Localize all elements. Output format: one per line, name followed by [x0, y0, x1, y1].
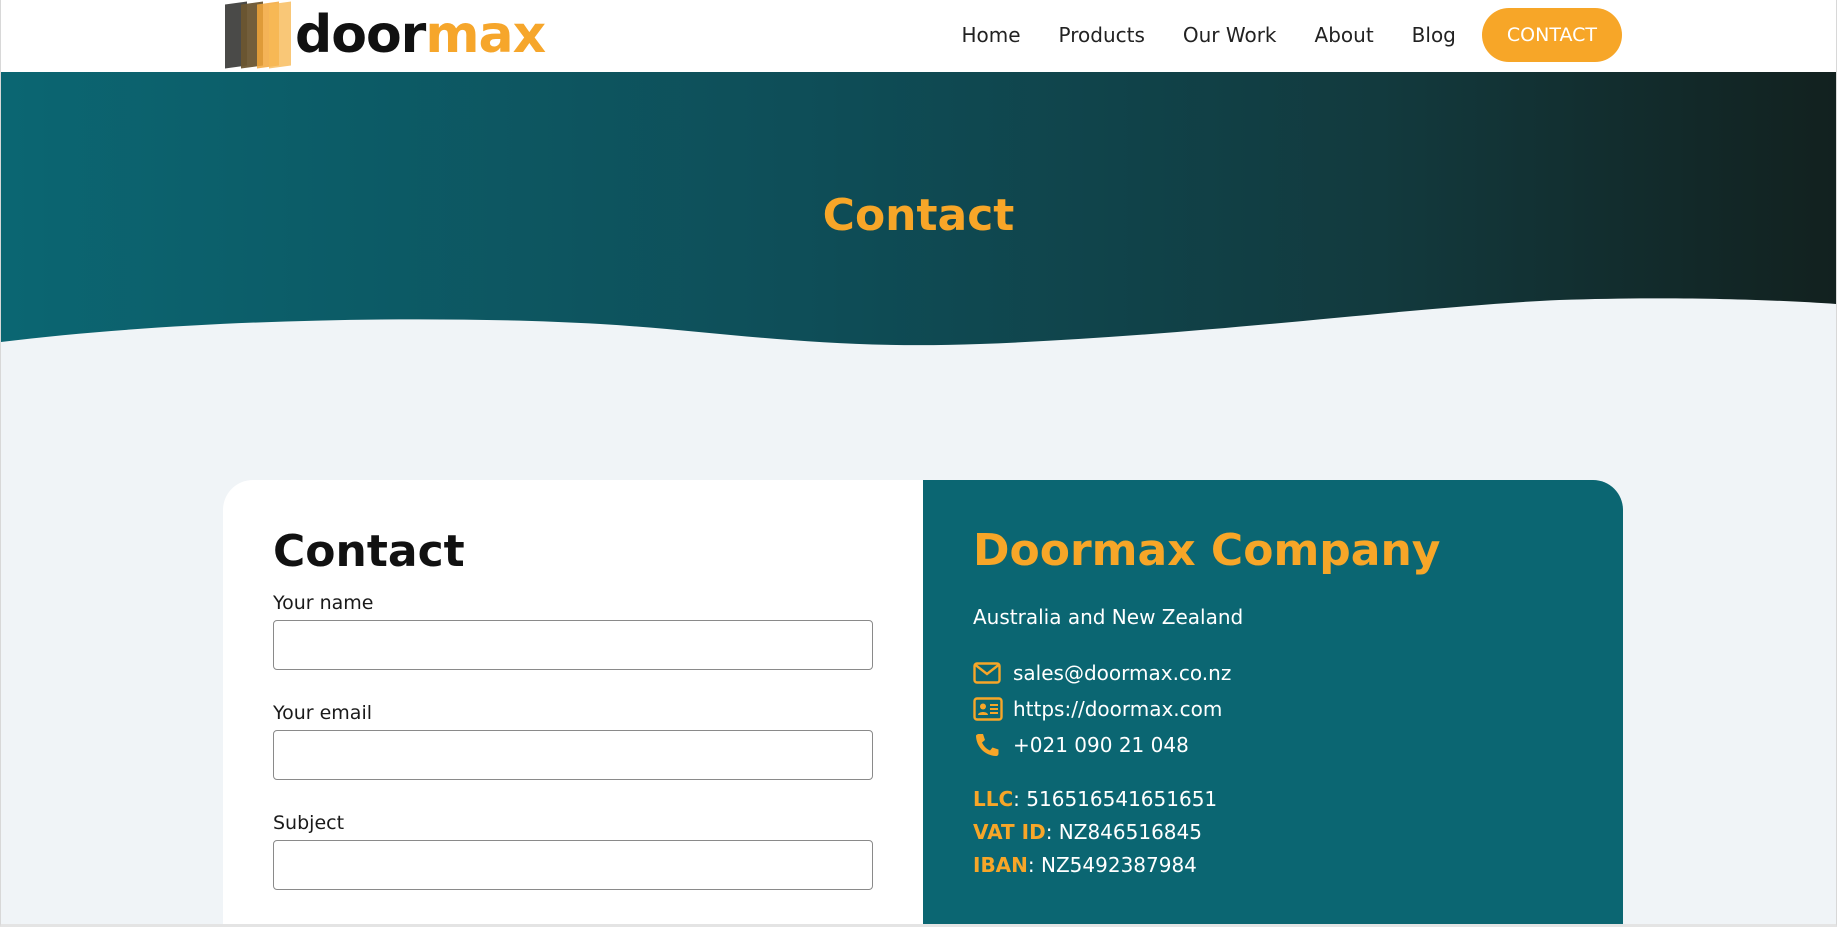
logo-text-door: door [295, 5, 426, 65]
phone-line: +021 090 21 048 [973, 727, 1573, 763]
contact-card: Contact Your name Your email Subject Doo… [223, 480, 1623, 924]
email-line: sales@doormax.co.nz [973, 655, 1573, 691]
website-link[interactable]: https://doormax.com [1013, 697, 1222, 721]
subject-input[interactable] [273, 840, 873, 891]
nav-products[interactable]: Products [1059, 23, 1145, 47]
contact-button[interactable]: CONTACT [1481, 8, 1622, 62]
nav-blog[interactable]: Blog [1412, 23, 1456, 47]
your-name-input[interactable] [273, 620, 873, 671]
logo-wordmark: doormax [295, 9, 546, 61]
contact-form: Contact Your name Your email Subject [223, 480, 923, 924]
llc-label: LLC [973, 786, 1014, 811]
logo-mark-icon [223, 1, 293, 69]
phone-link[interactable]: +021 090 21 048 [1013, 733, 1189, 757]
form-title: Contact [273, 526, 465, 577]
site-header: doormax Home Products Our Work About Blo… [1, 0, 1836, 72]
phone-icon [973, 732, 1003, 758]
iban-line: IBAN: NZ5492387984 [973, 849, 1573, 882]
hero-title: Contact [822, 190, 1015, 241]
your-email-label: Your email [273, 702, 372, 725]
iban-value: : NZ5492387984 [1027, 852, 1197, 877]
company-info-panel: Doormax Company Australia and New Zealan… [923, 480, 1623, 924]
your-email-input[interactable] [273, 730, 873, 781]
company-name: Doormax Company [973, 525, 1441, 576]
nav-home[interactable]: Home [961, 23, 1020, 47]
llc-line: LLC: 516516541651651 [973, 783, 1573, 816]
hero-wave-divider [1, 298, 1836, 374]
company-region: Australia and New Zealand [973, 604, 1244, 629]
nav-our-work[interactable]: Our Work [1183, 23, 1277, 47]
llc-value: : 516516541651651 [1013, 786, 1218, 811]
website-line: https://doormax.com [973, 691, 1573, 727]
nav-about[interactable]: About [1315, 23, 1374, 47]
registration-details: LLC: 516516541651651 VAT ID: NZ846516845… [973, 783, 1573, 882]
subject-label: Subject [273, 812, 345, 835]
vat-line: VAT ID: NZ846516845 [973, 816, 1573, 849]
your-name-label: Your name [273, 592, 374, 615]
page: doormax Home Products Our Work About Blo… [0, 0, 1837, 927]
main-nav: Home Products Our Work About Blog CONTAC… [923, 8, 1622, 62]
doormax-logo[interactable]: doormax [223, 0, 546, 70]
email-link[interactable]: sales@doormax.co.nz [1013, 661, 1231, 685]
vat-label: VAT ID [973, 819, 1046, 844]
logo-text-max: max [425, 5, 546, 65]
envelope-icon [973, 660, 1003, 686]
iban-label: IBAN [973, 852, 1028, 877]
hero-banner: Contact [1, 72, 1836, 374]
id-card-icon [973, 696, 1003, 722]
vat-value: : NZ846516845 [1045, 819, 1202, 844]
